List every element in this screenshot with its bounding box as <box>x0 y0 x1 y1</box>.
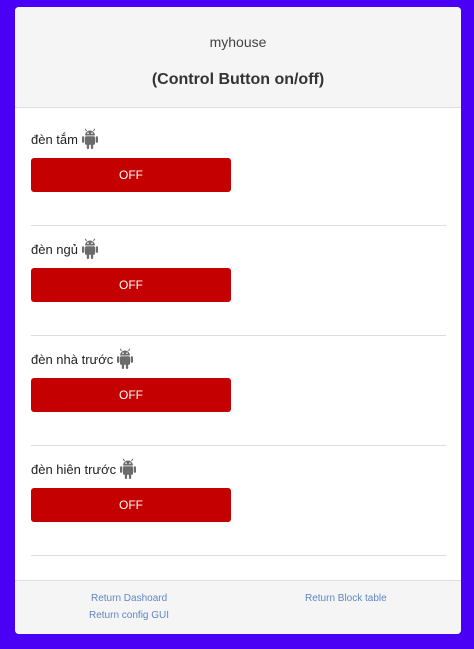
android-icon <box>82 238 98 259</box>
control-card: myhouse (Control Button on/off) đèn tắm … <box>15 7 461 634</box>
device-label: đèn hiên trước <box>31 461 117 477</box>
app-title: myhouse <box>209 34 267 50</box>
device-row: đèn tắm OFF <box>31 127 446 237</box>
divider <box>31 225 446 226</box>
device-row: đèn hiên trước OFF <box>31 457 446 567</box>
device-row: đèn nhà trước OFF <box>31 347 446 457</box>
android-icon <box>81 128 98 149</box>
card-footer: Return Dashoard Return Block table Retur… <box>15 580 461 634</box>
page-subtitle: (Control Button on/off) <box>151 71 325 88</box>
divider <box>31 445 446 446</box>
device-label: đèn ngủ <box>31 241 78 257</box>
android-icon <box>120 458 137 479</box>
device-row: đèn ngủ OFF <box>31 237 446 347</box>
return-block-table-link[interactable]: Return Block table <box>305 593 387 604</box>
device-label: đèn nhà trước <box>31 351 114 367</box>
return-dashboard-link[interactable]: Return Dashoard <box>91 593 167 604</box>
divider <box>31 335 446 336</box>
device-toggle-button[interactable]: OFF <box>31 268 231 302</box>
return-config-gui-link[interactable]: Return config GUI <box>89 610 169 621</box>
device-label: đèn tắm <box>31 131 78 147</box>
device-toggle-button[interactable]: OFF <box>31 158 231 192</box>
divider <box>31 555 446 556</box>
device-toggle-button[interactable]: OFF <box>31 378 231 412</box>
device-toggle-button[interactable]: OFF <box>31 488 231 522</box>
card-header: myhouse (Control Button on/off) <box>15 7 461 108</box>
android-icon <box>117 348 134 369</box>
